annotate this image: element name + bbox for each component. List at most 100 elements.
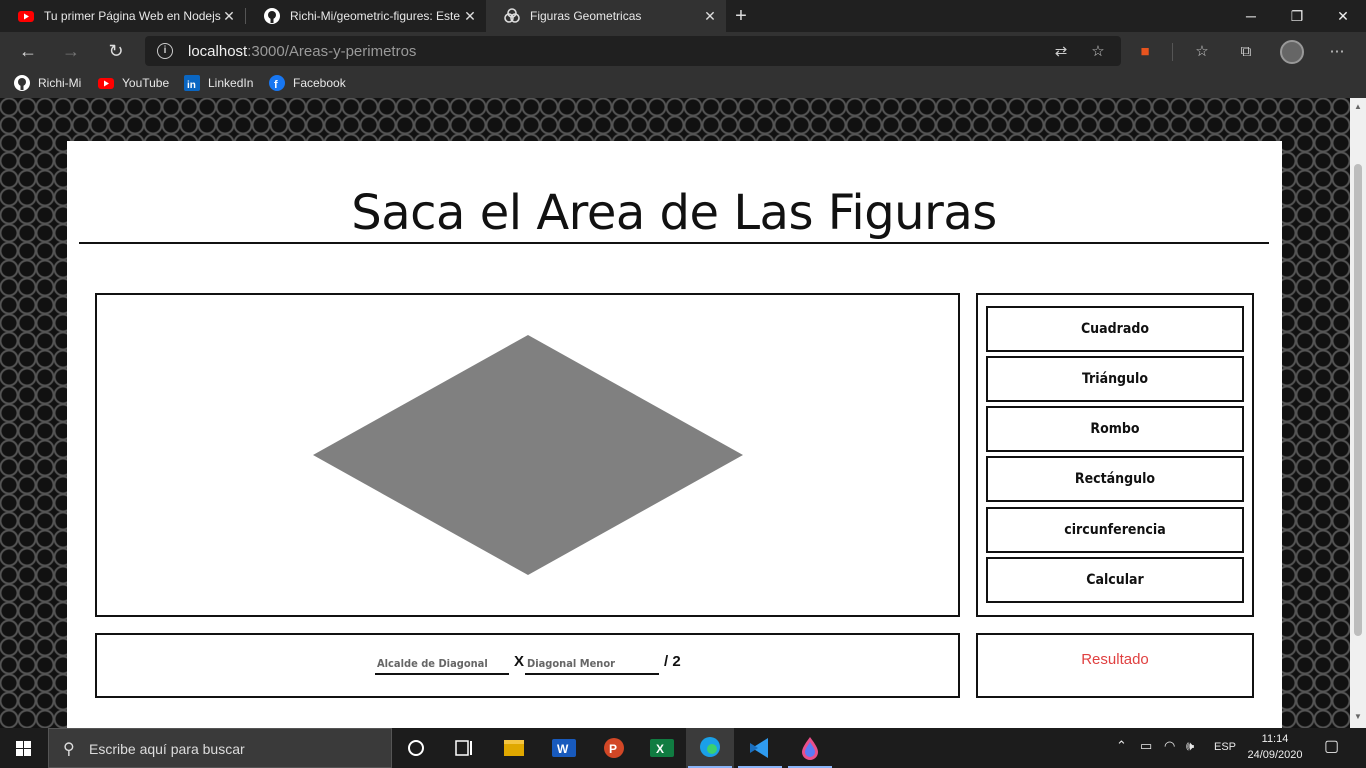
bookmark-label: LinkedIn <box>208 76 254 90</box>
translate-icon[interactable]: ⇄ <box>1052 43 1070 61</box>
start-button[interactable] <box>0 728 48 768</box>
rombo-button[interactable]: Rombo <box>986 406 1244 452</box>
bookmark-linkedin[interactable]: in LinkedIn <box>184 75 253 91</box>
excel-button[interactable]: X <box>638 728 686 768</box>
divide-suffix: / 2 <box>664 653 681 670</box>
battery-icon[interactable]: ▭ <box>1140 738 1152 754</box>
vscode-button[interactable] <box>736 728 784 768</box>
close-icon[interactable]: ✕ <box>221 8 237 24</box>
favorite-star-icon[interactable]: ☆ <box>1089 43 1107 61</box>
minor-diagonal-input[interactable] <box>525 653 659 675</box>
rhombus-shape <box>313 335 743 575</box>
result-panel: Resultado <box>976 633 1254 698</box>
tab-title: Richi-Mi/geometric-figures: Este <box>290 9 461 23</box>
scrollbar-thumb[interactable] <box>1354 164 1362 636</box>
refresh-button[interactable]: ↻ <box>103 39 129 63</box>
youtube-icon <box>98 78 114 89</box>
svg-text:in: in <box>187 80 196 91</box>
triangulo-button[interactable]: Triángulo <box>986 356 1244 402</box>
bookmark-label: Facebook <box>293 76 346 90</box>
multiply-operator: X <box>514 653 525 670</box>
date-text: 24/09/2020 <box>1247 749 1303 761</box>
app-icon <box>504 8 520 23</box>
notifications-icon[interactable]: ▢ <box>1324 736 1339 756</box>
svg-text:P: P <box>609 742 617 756</box>
task-view-icon <box>455 740 472 756</box>
figure-display <box>95 293 960 617</box>
office-extension-icon[interactable]: ■ <box>1136 43 1154 61</box>
tab-youtube[interactable]: Tu primer Página Web en Nodejs ✕ <box>0 0 245 32</box>
close-window-button[interactable]: ✕ <box>1320 0 1366 32</box>
svg-text:W: W <box>557 742 569 756</box>
word-button[interactable]: W <box>540 728 588 768</box>
tab-title: Tu primer Página Web en Nodejs <box>44 9 221 23</box>
figure-menu: Cuadrado Triángulo Rombo Rectángulo circ… <box>976 293 1254 617</box>
new-tab-button[interactable]: + <box>730 5 752 27</box>
word-icon: W <box>552 739 576 757</box>
cortana-button[interactable] <box>392 728 440 768</box>
excel-icon: X <box>650 739 674 757</box>
bookmark-label: YouTube <box>122 76 170 90</box>
close-icon[interactable]: ✕ <box>702 8 718 24</box>
bookmark-richi-mi[interactable]: Richi-Mi <box>14 75 81 91</box>
collections-icon[interactable]: ⧉ <box>1237 43 1255 61</box>
figure-canvas <box>313 335 743 575</box>
wifi-icon[interactable]: ◠ <box>1164 738 1175 754</box>
file-explorer-button[interactable] <box>490 728 538 768</box>
more-menu-icon[interactable]: ⋯ <box>1328 43 1346 61</box>
bookmark-youtube[interactable]: YouTube <box>98 75 169 91</box>
svg-text:X: X <box>656 742 664 756</box>
tab-github[interactable]: Richi-Mi/geometric-figures: Este ✕ <box>246 0 486 32</box>
chevron-up-icon[interactable]: ⌃ <box>1116 738 1127 754</box>
powerpoint-button[interactable]: P <box>590 728 638 768</box>
drop-icon <box>802 737 818 760</box>
linkedin-icon: in <box>184 75 200 91</box>
main-card: Saca el Area de Las Figuras Cuadrado Tri… <box>67 141 1282 728</box>
title-divider <box>79 242 1269 244</box>
rectangulo-button[interactable]: Rectángulo <box>986 456 1244 502</box>
result-text: Resultado <box>1081 651 1149 668</box>
bookmark-facebook[interactable]: f Facebook <box>269 75 346 91</box>
navigation-bar: ← → ↻ i localhost:3000/Areas-y-perimetro… <box>0 32 1366 70</box>
scroll-up-icon[interactable]: ▲ <box>1353 102 1363 112</box>
edge-button[interactable] <box>686 728 734 768</box>
circunferencia-button[interactable]: circunferencia <box>986 507 1244 553</box>
scroll-down-icon[interactable]: ▼ <box>1353 712 1363 722</box>
vscode-icon <box>750 738 768 758</box>
language-indicator[interactable]: ESP <box>1214 741 1236 753</box>
cortana-icon <box>408 740 424 756</box>
search-placeholder: Escribe aquí para buscar <box>89 741 245 757</box>
major-diagonal-input[interactable] <box>375 653 509 675</box>
bookmarks-bar: Richi-Mi YouTube in LinkedIn f Facebook <box>0 70 1366 98</box>
paint-app-button[interactable] <box>786 728 834 768</box>
info-icon[interactable]: i <box>157 43 173 59</box>
close-icon[interactable]: ✕ <box>462 8 478 24</box>
volume-icon[interactable]: 🕪 <box>1186 738 1194 754</box>
cuadrado-button[interactable]: Cuadrado <box>986 306 1244 352</box>
svg-text:f: f <box>274 79 278 91</box>
url-text[interactable]: localhost:3000/Areas-y-perimetros <box>188 43 416 60</box>
back-button[interactable]: ← <box>15 39 41 63</box>
forward-button[interactable]: → <box>58 39 84 63</box>
github-icon <box>14 75 30 91</box>
formula-panel: X / 2 <box>95 633 960 698</box>
page-scrollbar[interactable]: ▲ ▼ <box>1350 98 1366 728</box>
page-title: Saca el Area de Las Figuras <box>351 185 997 241</box>
restore-button[interactable]: ❐ <box>1274 0 1320 32</box>
taskbar-search[interactable]: ⚲ Escribe aquí para buscar <box>48 728 392 768</box>
clock[interactable]: 11:14 24/09/2020 <box>1240 731 1310 763</box>
tab-strip: Tu primer Página Web en Nodejs ✕ Richi-M… <box>0 0 1366 32</box>
bookmark-label: Richi-Mi <box>38 76 82 90</box>
address-bar[interactable]: i localhost:3000/Areas-y-perimetros ⇄ ☆ <box>145 36 1121 66</box>
minimize-button[interactable]: ─ <box>1228 0 1274 32</box>
task-view-button[interactable] <box>440 728 488 768</box>
youtube-icon <box>18 11 34 22</box>
facebook-icon: f <box>269 75 285 91</box>
avatar[interactable] <box>1280 40 1304 64</box>
favorites-icon[interactable]: ☆ <box>1193 43 1211 61</box>
tab-figuras[interactable]: Figuras Geometricas ✕ <box>486 0 726 32</box>
page-background: Saca el Area de Las Figuras Cuadrado Tri… <box>0 98 1350 728</box>
powerpoint-icon: P <box>604 738 624 758</box>
search-icon: ⚲ <box>63 741 75 758</box>
calcular-button[interactable]: Calcular <box>986 557 1244 603</box>
